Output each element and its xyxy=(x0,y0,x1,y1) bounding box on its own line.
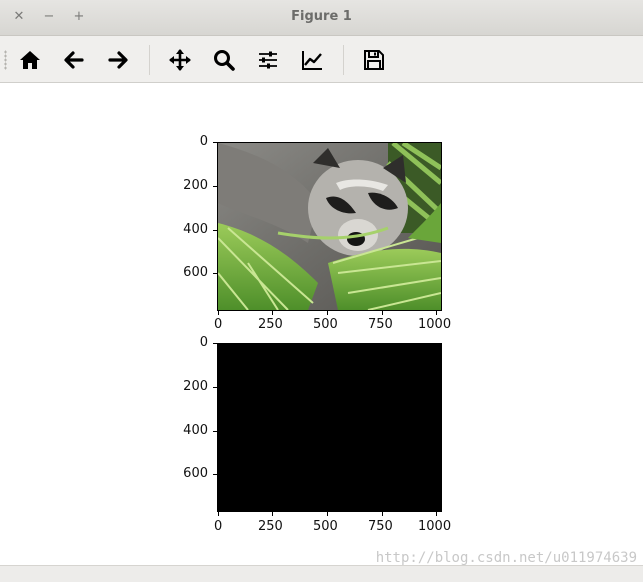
save-button[interactable] xyxy=(359,45,389,75)
configure-subplots-button[interactable] xyxy=(253,45,283,75)
figure-canvas[interactable]: 0 200 400 600 0 250 500 750 1000 0 200 4… xyxy=(0,83,643,565)
bottom-y-tick-label: 600 xyxy=(183,466,208,481)
bottom-x-tick-label: 250 xyxy=(258,519,283,534)
home-button[interactable] xyxy=(15,45,45,75)
navigation-toolbar xyxy=(0,36,643,83)
home-icon xyxy=(20,51,40,69)
pan-button[interactable] xyxy=(165,45,195,75)
raccoon-image xyxy=(218,143,441,310)
top-y-tick-label: 200 xyxy=(183,178,208,193)
forward-button[interactable] xyxy=(103,45,133,75)
y-tick-mark xyxy=(213,142,217,143)
title-bar: ✕ − + Figure 1 xyxy=(0,0,643,36)
pan-move-icon xyxy=(169,49,191,71)
toolbar-separator xyxy=(149,45,150,75)
y-tick-mark xyxy=(213,186,217,187)
bottom-x-tick-label: 750 xyxy=(368,519,393,534)
toolbar-grip[interactable] xyxy=(4,50,7,70)
back-arrow-icon xyxy=(64,51,84,69)
bottom-y-tick-label: 0 xyxy=(199,335,208,350)
y-tick-mark xyxy=(213,387,217,388)
y-tick-mark xyxy=(213,431,217,432)
y-tick-mark xyxy=(213,343,217,344)
save-floppy-icon xyxy=(364,50,384,70)
y-tick-mark xyxy=(213,474,217,475)
bottom-x-tick-label: 500 xyxy=(313,519,338,534)
top-x-tick-label: 1000 xyxy=(418,317,452,332)
back-button[interactable] xyxy=(59,45,89,75)
watermark-text: http://blog.csdn.net/u011974639 xyxy=(375,550,637,566)
y-tick-mark xyxy=(213,273,217,274)
top-image-axes[interactable] xyxy=(217,142,442,311)
x-tick-mark xyxy=(218,311,219,315)
top-y-tick-label: 400 xyxy=(183,222,208,237)
bottom-y-tick-label: 400 xyxy=(183,423,208,438)
x-tick-mark xyxy=(272,512,273,516)
top-y-tick-label: 600 xyxy=(183,265,208,280)
top-x-tick-label: 500 xyxy=(313,317,338,332)
edit-parameters-button[interactable] xyxy=(297,45,327,75)
zoom-magnifier-icon xyxy=(214,50,235,71)
x-tick-mark xyxy=(272,311,273,315)
bottom-y-tick-label: 200 xyxy=(183,379,208,394)
window-title: Figure 1 xyxy=(291,9,352,24)
x-tick-mark xyxy=(327,311,328,315)
forward-arrow-icon xyxy=(108,51,128,69)
x-tick-mark xyxy=(382,512,383,516)
edit-curve-icon xyxy=(302,51,322,70)
top-x-tick-label: 250 xyxy=(258,317,283,332)
subplots-sliders-icon xyxy=(259,51,277,69)
x-tick-mark xyxy=(382,311,383,315)
bottom-x-tick-label: 0 xyxy=(214,519,223,534)
status-bar xyxy=(0,565,643,582)
top-x-tick-label: 750 xyxy=(368,317,393,332)
x-tick-mark xyxy=(218,512,219,516)
top-y-tick-label: 0 xyxy=(199,134,208,149)
toolbar-separator xyxy=(343,45,344,75)
bottom-x-tick-label: 1000 xyxy=(418,519,452,534)
x-tick-mark xyxy=(436,512,437,516)
bottom-image-axes[interactable] xyxy=(217,343,442,512)
top-x-tick-label: 0 xyxy=(214,317,223,332)
x-tick-mark xyxy=(436,311,437,315)
x-tick-mark xyxy=(327,512,328,516)
y-tick-mark xyxy=(213,230,217,231)
zoom-button[interactable] xyxy=(209,45,239,75)
